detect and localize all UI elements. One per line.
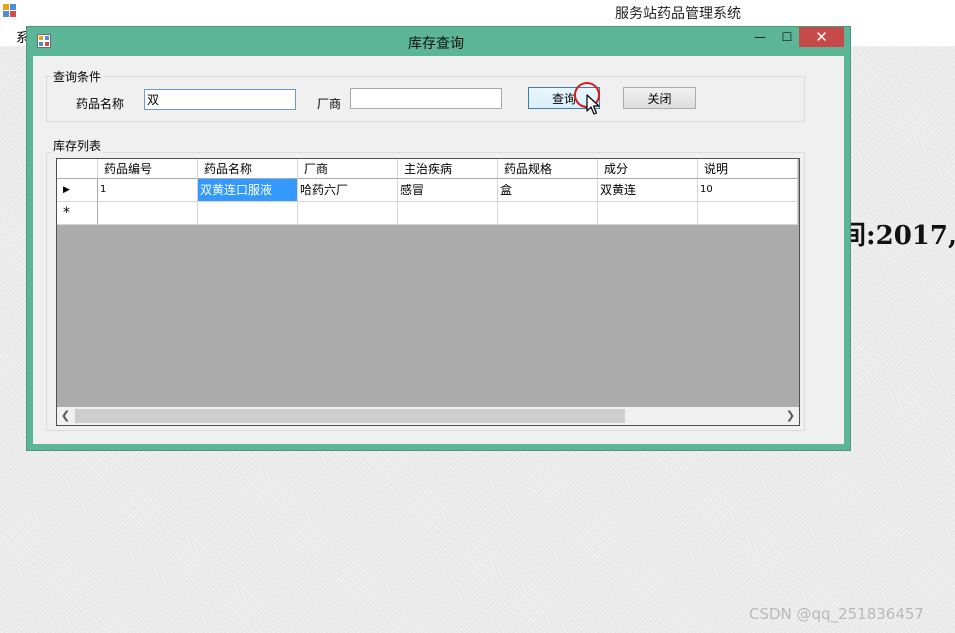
maximize-button[interactable]: ☐ bbox=[774, 27, 800, 47]
scroll-right-icon[interactable]: ❯ bbox=[782, 407, 799, 425]
scroll-left-icon[interactable]: ❮ bbox=[57, 407, 74, 425]
close-window-button[interactable]: ✕ bbox=[799, 27, 844, 47]
minimize-button[interactable]: — bbox=[746, 27, 774, 47]
grid-cell[interactable]: 感冒 bbox=[398, 179, 498, 202]
column-header[interactable]: 厂商 bbox=[298, 159, 398, 179]
grid-cell-selected[interactable]: 双黄连口服液 bbox=[198, 179, 298, 202]
watermark-text: CSDN @qq_251836457 bbox=[749, 605, 924, 623]
grid-corner-header[interactable] bbox=[57, 159, 98, 179]
new-row-indicator[interactable]: * bbox=[57, 202, 98, 225]
grid-cell[interactable]: 双黄连 bbox=[598, 179, 698, 202]
current-row-indicator[interactable]: ▶ bbox=[57, 179, 98, 202]
drug-name-label: 药品名称 bbox=[76, 97, 125, 111]
background-date-text: 间:2017, bbox=[840, 221, 955, 251]
column-header[interactable]: 说明 bbox=[698, 159, 798, 179]
query-conditions-title: 查询条件 bbox=[51, 68, 104, 85]
grid-cell[interactable]: 哈药六厂 bbox=[298, 179, 398, 202]
column-header[interactable]: 主治疾病 bbox=[398, 159, 498, 179]
close-button[interactable]: 关闭 bbox=[623, 87, 696, 109]
inventory-grid[interactable]: 药品编号 药品名称 厂商 主治疾病 药品规格 成分 说明 ▶ 1 双黄连口服液 … bbox=[56, 158, 800, 426]
column-header[interactable]: 药品名称 bbox=[198, 159, 298, 179]
grid-cell[interactable]: 盒 bbox=[498, 179, 598, 202]
column-header[interactable]: 药品编号 bbox=[98, 159, 198, 179]
grid-new-row-cell[interactable] bbox=[698, 202, 798, 225]
grid-new-row-cell[interactable] bbox=[98, 202, 198, 225]
column-header[interactable]: 成分 bbox=[598, 159, 698, 179]
grid-new-row-cell[interactable] bbox=[498, 202, 598, 225]
grid-new-row-cell[interactable] bbox=[198, 202, 298, 225]
dialog-icon bbox=[37, 34, 51, 48]
app-titlebar bbox=[0, 0, 955, 24]
scrollbar-thumb[interactable] bbox=[75, 409, 625, 423]
app-title: 服务站药品管理系统 bbox=[615, 6, 741, 22]
grid-new-row-cell[interactable] bbox=[298, 202, 398, 225]
app-icon bbox=[3, 4, 16, 17]
grid-new-row-cell[interactable] bbox=[598, 202, 698, 225]
grid-cell[interactable]: 1 bbox=[98, 179, 198, 202]
inventory-list-title: 库存列表 bbox=[51, 137, 104, 154]
column-header[interactable]: 药品规格 bbox=[498, 159, 598, 179]
grid-new-row-cell[interactable] bbox=[398, 202, 498, 225]
mouse-pointer-icon bbox=[586, 94, 600, 115]
drug-name-input[interactable] bbox=[144, 89, 296, 110]
grid-cell[interactable]: 10 bbox=[698, 179, 798, 202]
manufacturer-label: 厂商 bbox=[317, 97, 342, 111]
dialog-title: 库存查询 bbox=[408, 36, 464, 52]
manufacturer-input[interactable] bbox=[350, 88, 502, 109]
